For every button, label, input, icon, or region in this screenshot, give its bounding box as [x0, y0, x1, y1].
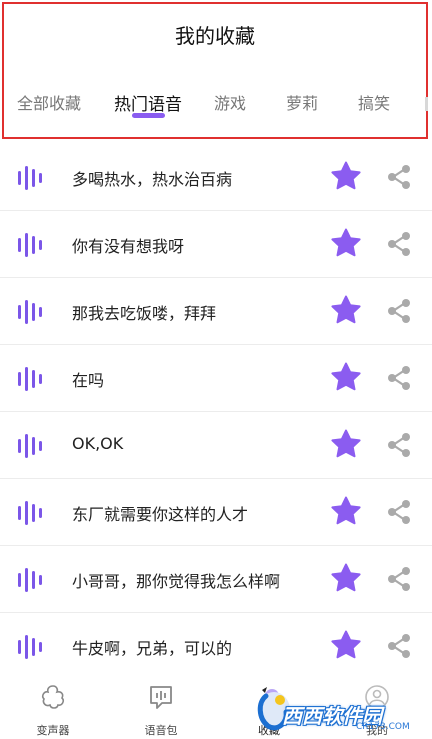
list-item[interactable]: 你有没有想我呀	[0, 211, 432, 278]
list-item[interactable]: 那我去吃饭喽，拜拜	[0, 278, 432, 345]
wave-bar	[32, 504, 35, 522]
nav-voice-changer[interactable]: 变声器	[18, 676, 88, 738]
audio-wave-icon[interactable]	[18, 432, 48, 458]
header-panel: 我的收藏 全部收藏 热门语音 游戏 萝莉 搞笑	[2, 2, 428, 139]
voice-title: 多喝热水，热水治百病	[72, 170, 233, 189]
favorite-star-icon[interactable]	[330, 294, 362, 326]
audio-wave-icon[interactable]	[18, 633, 48, 659]
tab-funny[interactable]: 搞笑	[358, 90, 390, 114]
audio-wave-icon[interactable]	[18, 365, 48, 391]
overflow-tab-edge	[425, 97, 428, 111]
nav-voice-pack[interactable]: 语音包	[126, 676, 196, 738]
share-icon[interactable]	[385, 364, 413, 392]
wave-bar	[25, 501, 28, 525]
wave-bar	[39, 240, 42, 250]
list-item[interactable]: OK,OK	[0, 412, 432, 479]
tab-loli[interactable]: 萝莉	[286, 90, 318, 114]
tab-hot-voices[interactable]: 热门语音	[114, 90, 182, 115]
voice-changer-icon	[41, 685, 65, 709]
audio-wave-icon[interactable]	[18, 231, 48, 257]
nav-label: 变声器	[36, 724, 70, 737]
favorite-star-icon[interactable]	[330, 160, 362, 192]
wave-bar	[18, 171, 21, 185]
voice-title: OK,OK	[72, 434, 124, 453]
list-item[interactable]: 小哥哥，那你觉得我怎么样啊	[0, 546, 432, 613]
nav-label: 语音包	[144, 724, 178, 737]
favorites-list: 多喝热水，热水治百病 你有没有想我呀那我去吃饭喽，拜拜 在吗 OK,OK 东厂就需要你这…	[0, 144, 432, 680]
audio-wave-icon[interactable]	[18, 298, 48, 324]
audio-wave-icon[interactable]	[18, 164, 48, 190]
audio-wave-icon[interactable]	[18, 566, 48, 592]
wave-bar	[18, 506, 21, 520]
wave-bar	[32, 638, 35, 656]
wave-bar	[18, 305, 21, 319]
wave-bar	[25, 434, 28, 458]
favorite-star-icon[interactable]	[330, 361, 362, 393]
wave-bar	[18, 238, 21, 252]
wave-bar	[25, 300, 28, 324]
wave-bar	[39, 307, 42, 317]
wave-bar	[18, 439, 21, 453]
share-icon[interactable]	[385, 498, 413, 526]
watermark-subtext: CR173.COM	[356, 722, 410, 732]
wave-bar	[18, 372, 21, 386]
audio-wave-icon[interactable]	[18, 499, 48, 525]
list-item[interactable]: 多喝热水，热水治百病	[0, 144, 432, 211]
wave-bar	[39, 575, 42, 585]
share-icon[interactable]	[385, 230, 413, 258]
site-watermark: 西西软件园 CR173.COM	[252, 682, 422, 734]
voice-title: 小哥哥，那你觉得我怎么样啊	[72, 572, 281, 591]
voice-title: 你有没有想我呀	[72, 237, 185, 256]
share-icon[interactable]	[385, 632, 413, 660]
tab-all-favorites[interactable]: 全部收藏	[17, 90, 81, 114]
wave-bar	[39, 508, 42, 518]
wave-bar	[18, 640, 21, 654]
wave-bar	[25, 367, 28, 391]
page-title: 我的收藏	[175, 24, 255, 48]
voice-title: 那我去吃饭喽，拜拜	[72, 304, 217, 323]
tab-games[interactable]: 游戏	[214, 90, 246, 114]
favorite-star-icon[interactable]	[330, 495, 362, 527]
wave-bar	[32, 169, 35, 187]
share-icon[interactable]	[385, 431, 413, 459]
wave-bar	[39, 441, 42, 451]
category-tabs: 全部收藏 热门语音 游戏 萝莉 搞笑	[4, 90, 426, 120]
voice-title: 在吗	[72, 371, 105, 390]
voice-pack-icon	[150, 686, 172, 709]
wave-bar	[32, 437, 35, 455]
wave-bar	[25, 166, 28, 190]
wave-bar	[25, 233, 28, 257]
wave-bar	[18, 573, 21, 587]
voice-title: 东厂就需要你这样的人才	[72, 505, 249, 524]
wave-bar	[32, 236, 35, 254]
wave-bar	[39, 173, 42, 183]
wave-bar	[32, 571, 35, 589]
wave-bar	[25, 635, 28, 659]
list-item[interactable]: 东厂就需要你这样的人才	[0, 479, 432, 546]
list-item[interactable]: 牛皮啊，兄弟，可以的	[0, 613, 432, 680]
share-icon[interactable]	[385, 163, 413, 191]
share-icon[interactable]	[385, 565, 413, 593]
favorite-star-icon[interactable]	[330, 629, 362, 661]
wave-bar	[39, 374, 42, 384]
share-icon[interactable]	[385, 297, 413, 325]
wave-bar	[32, 370, 35, 388]
active-tab-indicator	[132, 113, 165, 118]
wave-bar	[39, 642, 42, 652]
favorite-star-icon[interactable]	[330, 227, 362, 259]
favorites-page: 我的收藏 全部收藏 热门语音 游戏 萝莉 搞笑 多喝热水，热水治百病 你有没有想我…	[0, 0, 432, 739]
favorite-star-icon[interactable]	[330, 562, 362, 594]
favorite-star-icon[interactable]	[330, 428, 362, 460]
wave-bar	[25, 568, 28, 592]
voice-title: 牛皮啊，兄弟，可以的	[72, 639, 233, 658]
list-item[interactable]: 在吗	[0, 345, 432, 412]
wave-bar	[32, 303, 35, 321]
